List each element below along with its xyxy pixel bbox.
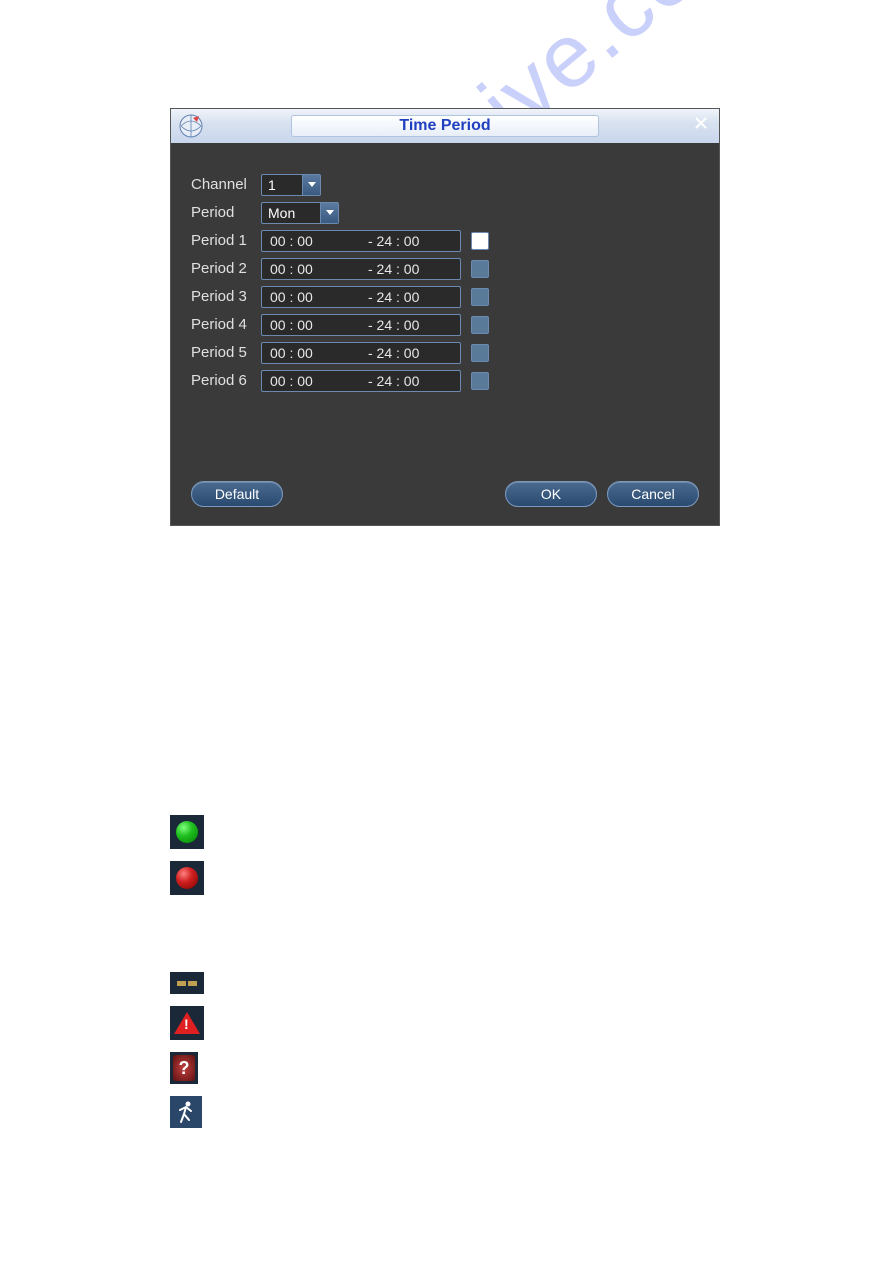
- period-3-start: 00 : 00: [270, 289, 354, 305]
- period-3-checkbox[interactable]: [471, 288, 489, 306]
- motion-detect-icon: [170, 1096, 202, 1128]
- period-1-time-input[interactable]: 00 : 00- 24 : 00: [261, 230, 461, 252]
- period-1-checkbox[interactable]: [471, 232, 489, 250]
- period-2-checkbox[interactable]: [471, 260, 489, 278]
- period-2-label: Period 2: [191, 260, 261, 277]
- status-icon-group-2: ?: [170, 972, 204, 1140]
- channel-label: Channel: [191, 176, 261, 193]
- period-5-end: - 24 : 00: [354, 345, 452, 361]
- period-4-start: 00 : 00: [270, 317, 354, 333]
- period-2-time-input[interactable]: 00 : 00- 24 : 00: [261, 258, 461, 280]
- period-label: Period: [191, 204, 261, 221]
- period-5-time-input[interactable]: 00 : 00- 24 : 00: [261, 342, 461, 364]
- unknown-status-icon: ?: [170, 1052, 198, 1084]
- alarm-icon: [170, 1006, 204, 1040]
- period-5-label: Period 5: [191, 344, 261, 361]
- period-6-label: Period 6: [191, 372, 261, 389]
- period-6-end: - 24 : 00: [354, 373, 452, 389]
- channel-select[interactable]: 1: [261, 174, 321, 196]
- status-icon-group-1: [170, 815, 204, 907]
- record-disabled-icon: [170, 861, 204, 895]
- period-4-time-input[interactable]: 00 : 00- 24 : 00: [261, 314, 461, 336]
- video-loss-icon: [170, 972, 204, 994]
- chevron-down-icon: [302, 175, 320, 195]
- period-6-checkbox[interactable]: [471, 372, 489, 390]
- period-3-end: - 24 : 00: [354, 289, 452, 305]
- period-5-start: 00 : 00: [270, 345, 354, 361]
- period-5-checkbox[interactable]: [471, 344, 489, 362]
- close-icon[interactable]: [691, 115, 711, 135]
- period-1-end: - 24 : 00: [354, 233, 452, 249]
- period-6-start: 00 : 00: [270, 373, 354, 389]
- period-4-end: - 24 : 00: [354, 317, 452, 333]
- period-6-time-input[interactable]: 00 : 00- 24 : 00: [261, 370, 461, 392]
- period-3-label: Period 3: [191, 288, 261, 305]
- cancel-button[interactable]: Cancel: [607, 481, 699, 507]
- period-2-start: 00 : 00: [270, 261, 354, 277]
- period-4-checkbox[interactable]: [471, 316, 489, 334]
- period-1-start: 00 : 00: [270, 233, 354, 249]
- period-3-time-input[interactable]: 00 : 00- 24 : 00: [261, 286, 461, 308]
- time-period-dialog: Time Period Channel 1 Period Mon Period …: [170, 108, 720, 526]
- clock-globe-icon: [177, 112, 205, 140]
- channel-value: 1: [268, 177, 276, 193]
- record-enabled-icon: [170, 815, 204, 849]
- dialog-title: Time Period: [291, 115, 599, 137]
- default-button[interactable]: Default: [191, 481, 283, 507]
- period-select[interactable]: Mon: [261, 202, 339, 224]
- titlebar: Time Period: [171, 109, 719, 143]
- chevron-down-icon: [320, 203, 338, 223]
- dialog-body: Channel 1 Period Mon Period 100 : 00- 24…: [171, 143, 719, 394]
- period-2-end: - 24 : 00: [354, 261, 452, 277]
- period-1-label: Period 1: [191, 232, 261, 249]
- ok-button[interactable]: OK: [505, 481, 597, 507]
- period-4-label: Period 4: [191, 316, 261, 333]
- period-value: Mon: [268, 205, 295, 221]
